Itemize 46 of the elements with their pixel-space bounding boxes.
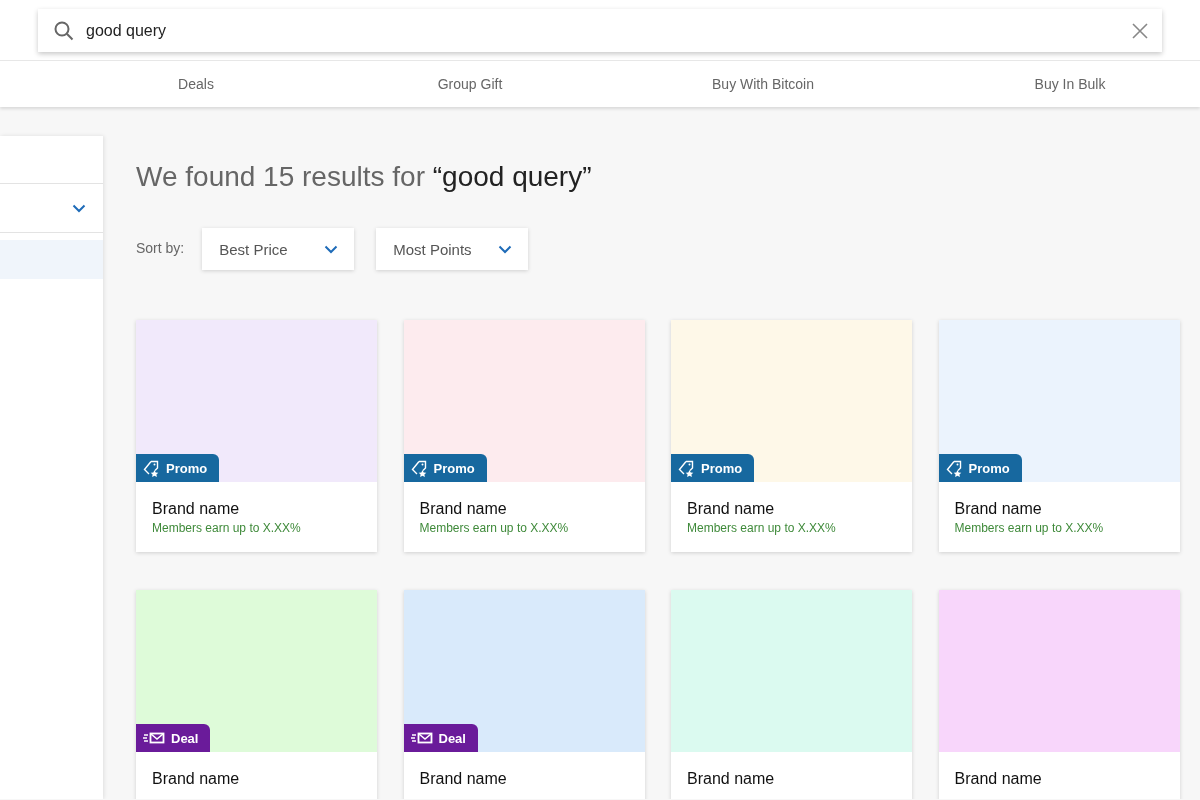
tag-icon [143,459,160,477]
tag-icon [410,459,428,477]
close-icon [1132,22,1148,39]
chevron-icon [324,244,339,254]
chevron-icon [498,244,513,254]
product-card[interactable]: Promo Brand name Members earn up to X.XX% [671,320,912,552]
product-card[interactable]: Promo Brand name Members earn up to X.XX% [938,320,1180,552]
promo-badge: Promo [671,454,755,482]
envelope-icon [410,732,433,744]
earn-rate-text: Members earn up to X.XX% [419,521,570,535]
search-input[interactable]: good query [86,21,1120,40]
brand-name: Brand name [954,769,1043,788]
product-card[interactable]: Brand name [671,590,912,799]
nav-link[interactable]: Buy With Bitcoin [712,76,814,92]
promo-badge: Promo [136,454,220,482]
clear-button[interactable] [1132,22,1148,39]
tag-icon [945,459,963,477]
brand-name: Brand name [419,769,508,788]
product-card[interactable]: Deal Brand name [403,590,645,799]
nav-link[interactable]: Buy In Bulk [1034,76,1106,92]
search-icon [54,20,74,41]
deal-badge: Deal [403,724,478,752]
product-card[interactable]: Deal Brand name [136,590,377,799]
product-card[interactable]: Brand name [938,590,1180,799]
earn-rate-text: Members earn up to X.XX% [687,521,837,535]
sort-dropdown[interactable]: Best Price [202,228,355,270]
brand-name: Brand name [687,769,776,788]
product-card[interactable]: Promo Brand name Members earn up to X.XX% [403,320,645,552]
brand-name: Brand name [954,499,1043,518]
results-heading: We found 15 results for “good query” [136,160,593,194]
brand-name: Brand name [419,499,508,518]
product-card[interactable]: Promo Brand name Members earn up to X.XX% [136,320,377,552]
tag-icon [678,459,695,477]
promo-badge: Promo [403,454,487,482]
promo-badge: Promo [938,454,1022,482]
sort-label: Sort by: [136,240,185,256]
earn-rate-text: Members earn up to X.XX% [152,521,302,535]
brand-name: Brand name [152,499,241,518]
nav-link[interactable]: Group Gift [437,76,503,92]
earn-rate-text: Members earn up to X.XX% [954,521,1105,535]
brand-name: Brand name [687,499,776,518]
sort-dropdown[interactable]: Most Points [376,228,529,270]
envelope-icon [143,732,165,744]
brand-name: Brand name [152,769,241,788]
deal-badge: Deal [136,724,211,752]
nav-link[interactable]: Deals [178,76,214,92]
